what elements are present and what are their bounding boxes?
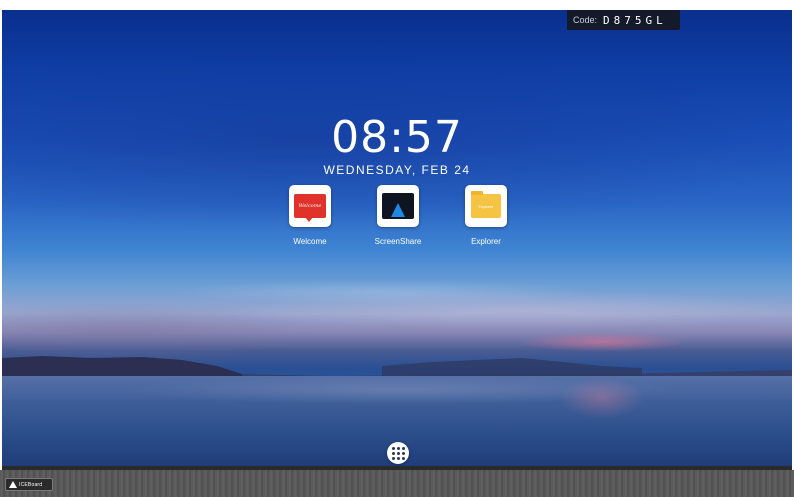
brand-button[interactable]: ICEBoard [5, 478, 53, 491]
explorer-icon-text: Explorer [478, 203, 494, 209]
clock-date: WEDNESDAY, FEB 24 [323, 163, 471, 177]
code-value: D875GL [603, 13, 667, 27]
clock-time: 08:57 [331, 112, 463, 163]
app-label: Welcome [293, 237, 327, 246]
brand-text: ICEBoard [19, 481, 43, 488]
app-tile[interactable] [377, 185, 419, 227]
welcome-icon: Welcome [294, 194, 326, 222]
brand-logo-icon [9, 481, 17, 488]
app-label: Explorer [471, 237, 501, 246]
app-welcome[interactable]: Welcome Welcome [275, 185, 345, 246]
explorer-icon: Explorer [471, 191, 501, 218]
app-screenshare[interactable]: ScreenShare [363, 185, 433, 246]
app-label: ScreenShare [374, 237, 422, 246]
app-drawer-button[interactable] [387, 442, 409, 464]
taskbar [0, 470, 794, 497]
connection-code-badge: Code: D875GL [567, 10, 680, 30]
code-label: Code: [573, 15, 598, 25]
welcome-icon-text: Welcome [298, 203, 322, 209]
screenshare-icon [382, 193, 414, 219]
app-tile[interactable]: Explorer [465, 185, 507, 227]
app-explorer[interactable]: Explorer Explorer [451, 185, 521, 246]
app-tile[interactable]: Welcome [289, 185, 331, 227]
app-drawer-icon [391, 446, 405, 460]
